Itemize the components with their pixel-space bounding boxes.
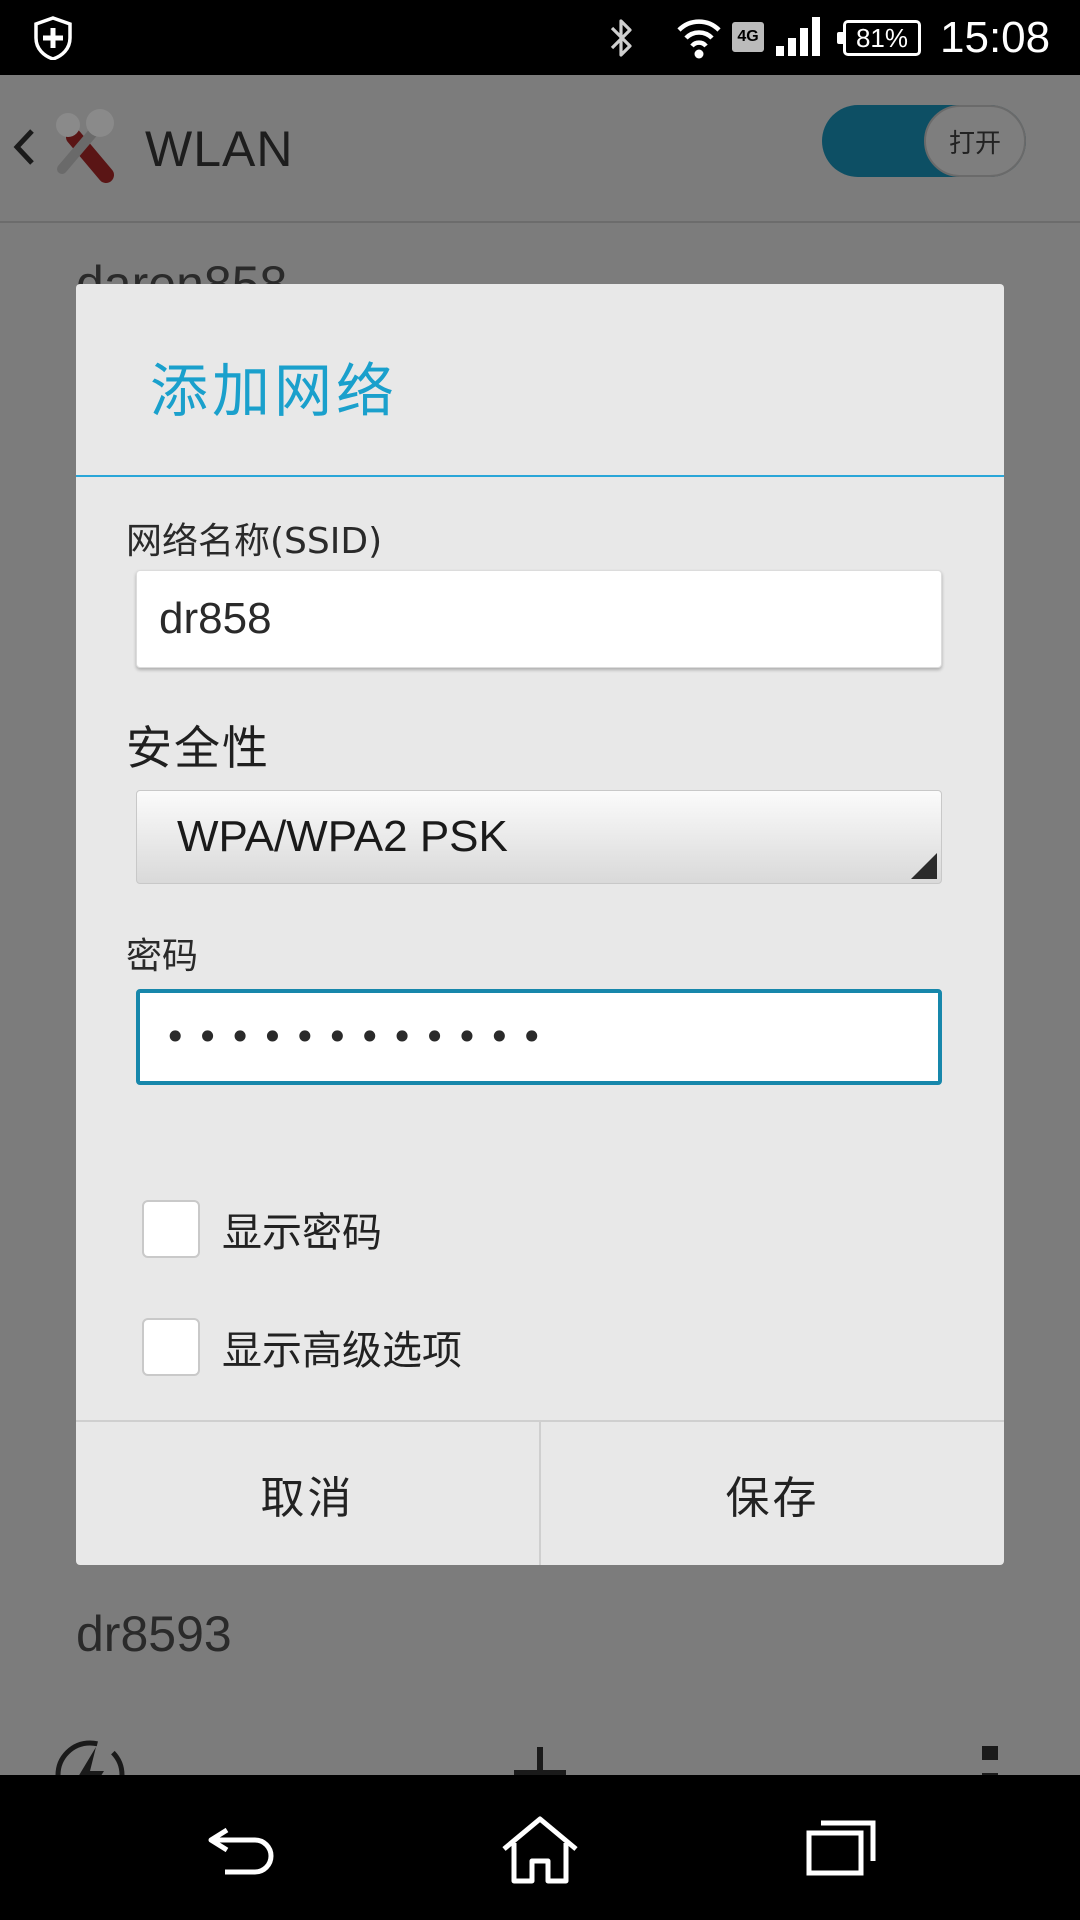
wps-refresh-icon[interactable] <box>50 1735 130 1775</box>
app-action-bar: WLAN 打开 <box>0 75 1080 223</box>
settings-tools-icon[interactable] <box>44 103 128 187</box>
title-divider <box>76 475 1004 477</box>
show-advanced-option[interactable]: 显示高级选项 <box>142 1317 462 1377</box>
bottom-toolbar <box>0 1660 1080 1775</box>
back-chevron-icon[interactable] <box>12 127 36 167</box>
security-value: WPA/WPA2 PSK <box>177 812 508 861</box>
show-advanced-label: 显示高级选项 <box>222 1328 462 1374</box>
show-password-checkbox[interactable] <box>142 1200 200 1258</box>
add-network-dialog: 添加网络 网络名称(SSID) dr858 安全性 WPA/WPA2 PSK 密… <box>76 284 1004 1565</box>
dropdown-corner-icon <box>911 853 937 879</box>
wifi-icon <box>677 19 721 59</box>
app-title: WLAN <box>145 121 294 177</box>
recent-apps-icon[interactable] <box>805 1817 877 1877</box>
toggle-knob: 打开 <box>924 105 1026 177</box>
navigation-bar <box>0 1775 1080 1920</box>
overflow-menu-icon[interactable] <box>978 1744 1002 1775</box>
ssid-label: 网络名称(SSID) <box>126 521 383 562</box>
network-list-item[interactable]: dr8593 <box>76 1605 232 1663</box>
bluetooth-icon <box>610 19 632 57</box>
ssid-field[interactable]: dr858 <box>136 570 942 668</box>
password-masked-value: •••••••••••• <box>164 1015 553 1059</box>
status-time: 15:08 <box>940 13 1051 62</box>
show-advanced-checkbox[interactable] <box>142 1318 200 1376</box>
status-bar: 4G 81% 15:08 <box>0 0 1080 75</box>
wlan-toggle[interactable]: 打开 <box>822 105 1026 177</box>
battery-icon: 81% <box>837 20 921 56</box>
security-label: 安全性 <box>126 721 270 775</box>
password-label: 密码 <box>126 936 199 977</box>
dialog-title: 添加网络 <box>150 357 399 425</box>
show-password-option[interactable]: 显示密码 <box>142 1199 382 1259</box>
back-icon[interactable] <box>205 1820 281 1876</box>
dialog-buttons: 取消 保存 <box>76 1420 1004 1565</box>
add-network-icon[interactable] <box>510 1743 570 1775</box>
save-button[interactable]: 保存 <box>539 1422 1004 1565</box>
password-field[interactable]: •••••••••••• <box>136 989 942 1085</box>
shield-plus-icon <box>34 16 72 60</box>
cellular-signal-icon <box>776 17 820 56</box>
security-dropdown[interactable]: WPA/WPA2 PSK <box>136 790 942 884</box>
ssid-value: dr858 <box>159 594 272 643</box>
network-type-badge: 4G <box>732 22 764 52</box>
show-password-label: 显示密码 <box>222 1210 382 1256</box>
battery-level: 81% <box>855 22 909 53</box>
cancel-button[interactable]: 取消 <box>76 1422 539 1565</box>
home-icon[interactable] <box>498 1813 582 1885</box>
